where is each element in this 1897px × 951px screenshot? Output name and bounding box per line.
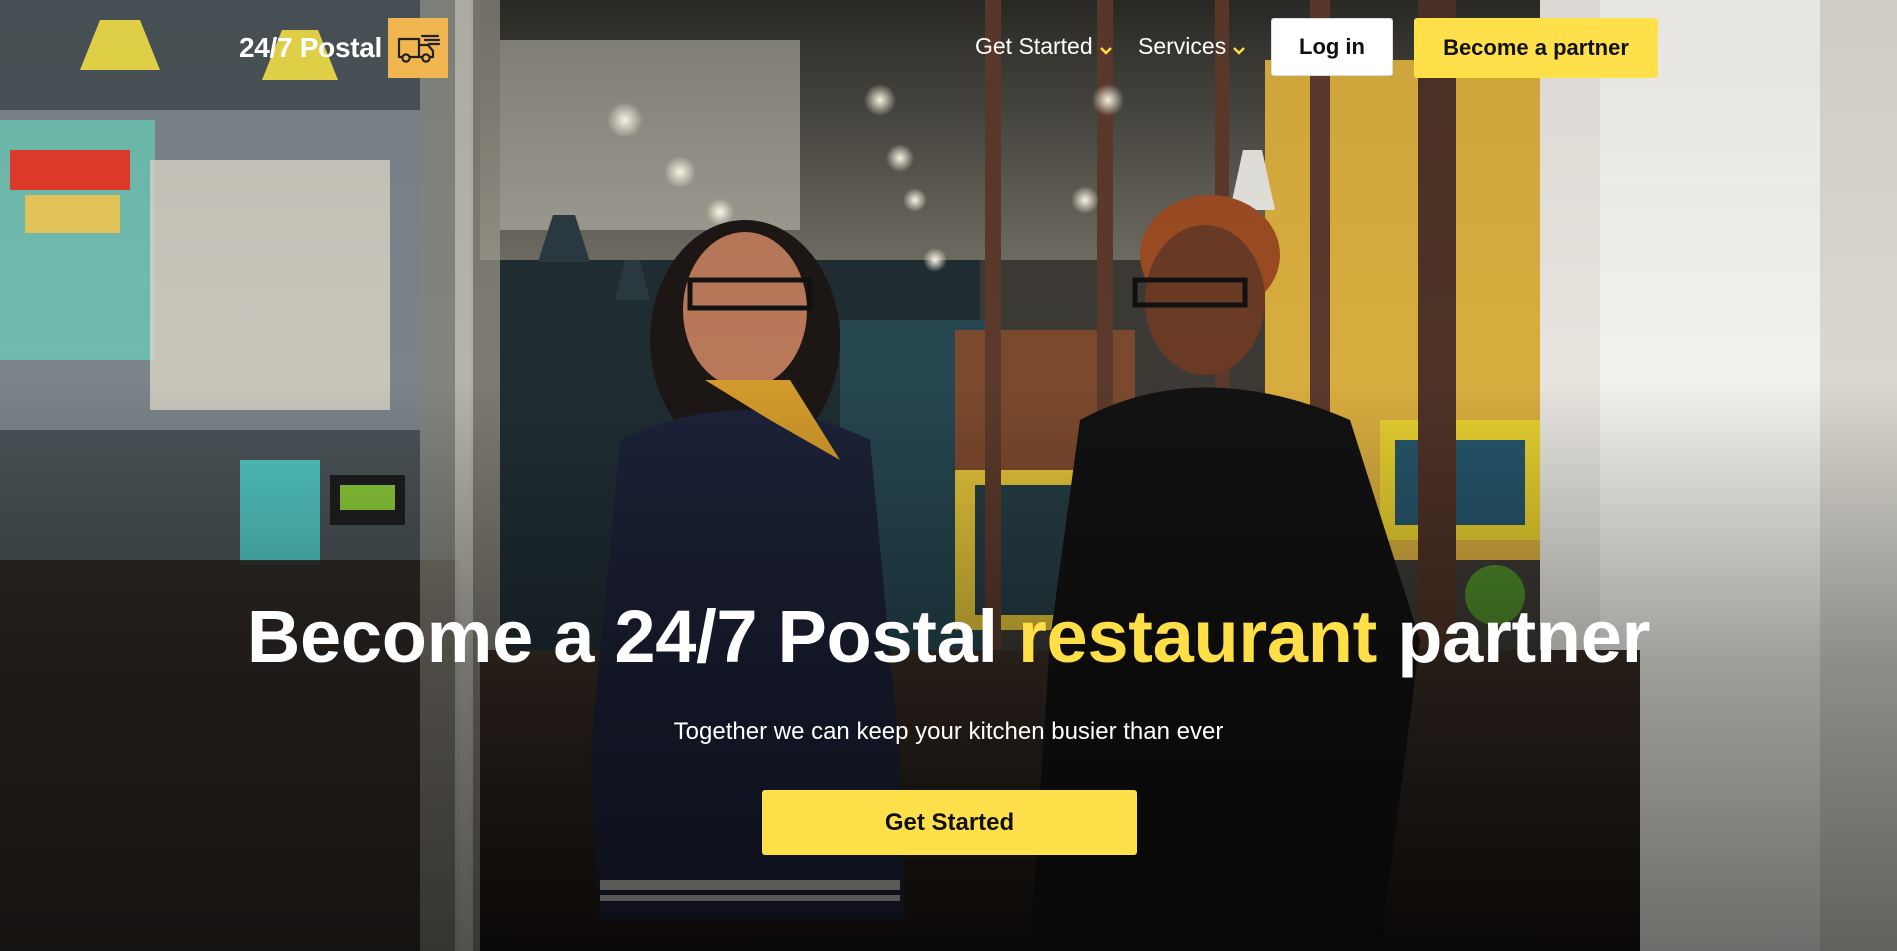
headline-text-end: partner — [1376, 595, 1651, 678]
become-partner-button[interactable]: Become a partner — [1414, 18, 1658, 78]
chevron-down-icon — [1233, 46, 1246, 55]
brand-logo[interactable]: 24/7 Postal — [239, 18, 449, 78]
chevron-down-icon — [1099, 46, 1112, 55]
brand-name: 24/7 Postal — [239, 32, 383, 63]
hero-section: 24/7 Postal Get Started Services Log in … — [0, 0, 1897, 951]
headline-text-start: Become a 24/7 Postal — [246, 595, 1019, 678]
hero-headline: Become a 24/7 Postal restaurant partner — [0, 595, 1897, 679]
headline-accent-word: restaurant — [1018, 595, 1377, 678]
top-navbar: 24/7 Postal Get Started Services Log in … — [0, 0, 1897, 96]
nav-get-started[interactable]: Get Started — [975, 33, 1113, 60]
get-started-button[interactable]: Get Started — [762, 790, 1137, 855]
nav-services-label: Services — [1138, 33, 1227, 59]
nav-get-started-label: Get Started — [975, 33, 1093, 59]
hero-subheadline: Together we can keep your kitchen busier… — [673, 718, 1224, 745]
login-button[interactable]: Log in — [1271, 18, 1393, 76]
nav-services[interactable]: Services — [1138, 33, 1246, 60]
delivery-truck-icon — [388, 18, 449, 78]
